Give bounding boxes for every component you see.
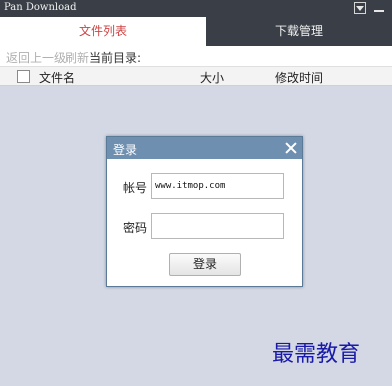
- tab-file-list[interactable]: 文件列表: [0, 17, 206, 46]
- tab-bar: 文件列表 下载管理: [0, 17, 392, 46]
- password-input[interactable]: [151, 213, 284, 239]
- path-toolbar: 返回上一级 刷新 当前目录:: [0, 46, 392, 66]
- account-input[interactable]: www.itmop.com: [151, 173, 284, 199]
- column-header-modified[interactable]: 修改时间: [275, 69, 323, 86]
- login-dialog-title: 登录: [113, 143, 138, 157]
- file-list-header: 文件名 大小 修改时间: [0, 66, 392, 86]
- refresh-link[interactable]: 刷新: [65, 49, 89, 66]
- login-dialog: 登录 帐号 www.itmop.com 密码 登录: [106, 136, 303, 287]
- column-header-size[interactable]: 大小: [200, 69, 224, 86]
- login-button[interactable]: 登录: [169, 253, 241, 276]
- login-dialog-titlebar: 登录: [107, 137, 302, 159]
- current-directory-label: 当前目录:: [89, 51, 142, 65]
- back-up-link[interactable]: 返回上一级: [6, 49, 66, 66]
- password-label: 密码: [123, 221, 148, 235]
- window-title: Pan Download: [4, 2, 77, 13]
- watermark-text: 最需教育: [272, 342, 361, 367]
- dropdown-menu-icon[interactable]: [354, 2, 366, 14]
- select-all-checkbox[interactable]: [17, 70, 30, 83]
- tab-download-manager[interactable]: 下载管理: [206, 17, 392, 46]
- column-header-name[interactable]: 文件名: [39, 69, 75, 86]
- close-icon[interactable]: [283, 140, 298, 155]
- window-titlebar: Pan Download: [0, 0, 392, 17]
- minimize-icon[interactable]: [373, 3, 385, 14]
- account-label: 帐号: [123, 181, 148, 195]
